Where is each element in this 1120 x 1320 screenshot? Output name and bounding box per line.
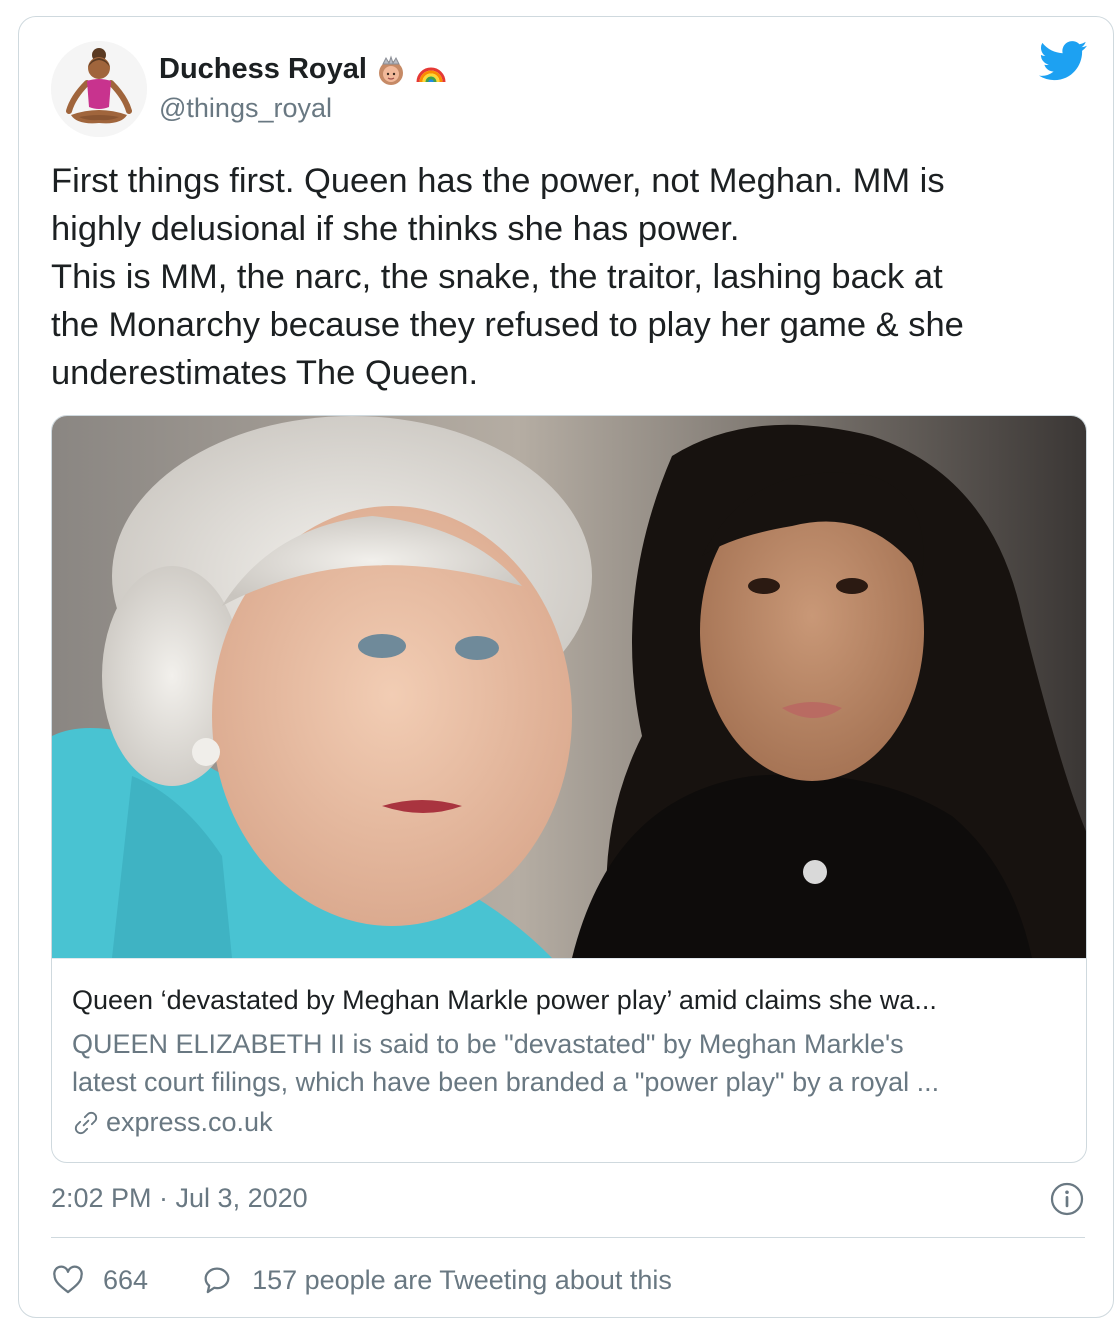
description-line: latest court filings, which have been br… <box>72 1067 940 1097</box>
link-preview-card[interactable]: Queen ‘devastated by Meghan Markle power… <box>51 415 1087 1163</box>
tweet-text-line: This is MM, the narc, the snake, the tra… <box>51 258 943 296</box>
link-preview-body[interactable]: Queen ‘devastated by Meghan Markle power… <box>52 958 1086 1162</box>
link-preview-description: QUEEN ELIZABETH II is said to be "devast… <box>72 1025 1062 1101</box>
twitter-bird-icon[interactable] <box>1039 41 1087 81</box>
queen-emoji-icon <box>378 54 403 85</box>
author-display-name[interactable]: Duchess Royal <box>159 53 447 86</box>
tweet-actions: 664 157 people are Tweeting about this <box>51 1263 672 1297</box>
tweeting-about-text: 157 people are Tweeting about this <box>252 1264 672 1295</box>
author-handle[interactable]: @things_royal <box>159 93 332 124</box>
woman-in-lotus-position-icon <box>51 41 147 137</box>
display-name-text: Duchess Royal <box>159 53 367 85</box>
tweet-text-line: highly delusional if she thinks she has … <box>51 210 740 248</box>
tweet-text-line: the Monarchy because they refused to pla… <box>51 306 964 344</box>
reply-action[interactable]: 157 people are Tweeting about this <box>200 1263 672 1297</box>
tweet-card[interactable]: Duchess Royal @things_royal First things… <box>18 16 1114 1318</box>
rainbow-emoji-icon <box>416 67 446 82</box>
tweet-text-line: First things first. Queen has the power,… <box>51 162 945 200</box>
tweet-timestamp[interactable]: 2:02 PM · Jul 3, 2020 <box>51 1183 308 1214</box>
link-preview-image[interactable] <box>52 416 1086 958</box>
speech-bubble-icon[interactable] <box>200 1263 234 1297</box>
like-action[interactable]: 664 <box>51 1263 148 1297</box>
tweet-text: First things first. Queen has the power,… <box>51 157 1091 397</box>
link-icon <box>74 1111 98 1134</box>
description-line: QUEEN ELIZABETH II is said to be "devast… <box>72 1029 904 1059</box>
heart-icon[interactable] <box>51 1263 85 1297</box>
domain-text: express.co.uk <box>106 1107 273 1137</box>
author-avatar[interactable] <box>51 41 147 137</box>
link-preview-domain[interactable]: express.co.uk <box>72 1107 273 1138</box>
footer-divider <box>51 1237 1085 1238</box>
info-icon[interactable] <box>1049 1181 1085 1217</box>
tweet-text-line: underestimates The Queen. <box>51 354 479 392</box>
like-count: 664 <box>103 1264 149 1295</box>
article-photo <box>52 416 1086 958</box>
link-preview-title[interactable]: Queen ‘devastated by Meghan Markle power… <box>72 985 1062 1016</box>
